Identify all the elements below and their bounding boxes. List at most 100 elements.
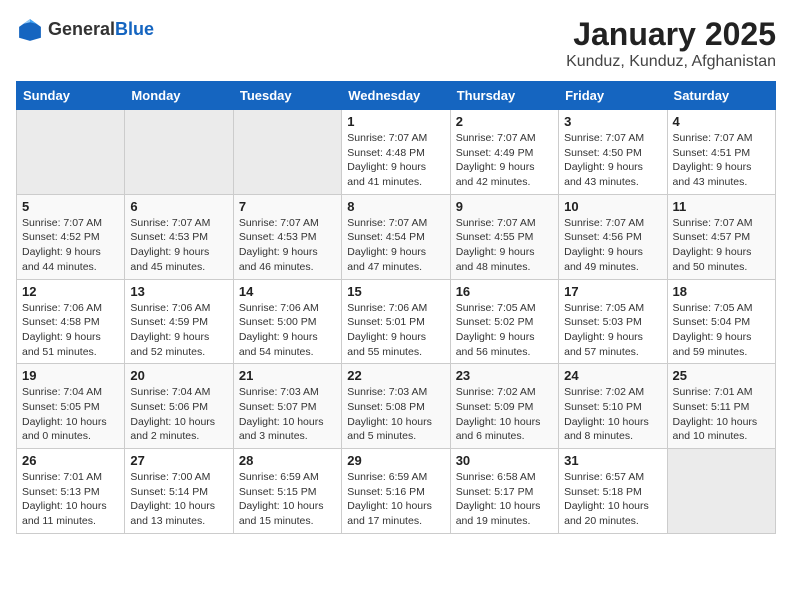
day-info: Sunrise: 7:07 AM Sunset: 4:54 PM Dayligh… [347,216,444,275]
col-monday: Monday [125,82,233,110]
day-number: 18 [673,284,770,299]
table-row: 18 Sunrise: 7:05 AM Sunset: 5:04 PM Dayli… [667,279,775,364]
day-info: Sunrise: 7:01 AM Sunset: 5:13 PM Dayligh… [22,470,119,529]
calendar-header-row: Sunday Monday Tuesday Wednesday Thursday… [17,82,776,110]
table-row: 15 Sunrise: 7:06 AM Sunset: 5:01 PM Dayli… [342,279,450,364]
day-number: 20 [130,368,227,383]
table-row: 6Sunrise: 7:07 AM Sunset: 4:53 PM Daylig… [125,194,233,279]
table-row: 9 Sunrise: 7:07 AM Sunset: 4:55 PM Daylig… [450,194,558,279]
table-row: 5Sunrise: 7:07 AM Sunset: 4:52 PM Daylig… [17,194,125,279]
day-info: Sunrise: 7:07 AM Sunset: 4:55 PM Dayligh… [456,216,553,275]
col-friday: Friday [559,82,667,110]
table-row: 4 Sunrise: 7:07 AM Sunset: 4:51 PM Daylig… [667,110,775,195]
table-row: 12 Sunrise: 7:06 AM Sunset: 4:58 PM Dayli… [17,279,125,364]
table-row: 19 Sunrise: 7:04 AM Sunset: 5:05 PM Dayli… [17,364,125,449]
day-info: Sunrise: 7:05 AM Sunset: 5:02 PM Dayligh… [456,301,553,360]
logo-icon [16,16,44,44]
day-number: 6 [130,199,227,214]
day-info: Sunrise: 7:00 AM Sunset: 5:14 PM Dayligh… [130,470,227,529]
day-info: Sunrise: 7:07 AM Sunset: 4:48 PM Dayligh… [347,131,444,190]
table-row [125,110,233,195]
day-number: 3 [564,114,661,129]
day-info: Sunrise: 7:04 AM Sunset: 5:06 PM Dayligh… [130,385,227,444]
day-info: Sunrise: 7:02 AM Sunset: 5:09 PM Dayligh… [456,385,553,444]
day-number: 10 [564,199,661,214]
table-row [233,110,341,195]
day-info: Sunrise: 6:59 AM Sunset: 5:15 PM Dayligh… [239,470,336,529]
table-row: 22Sunrise: 7:03 AM Sunset: 5:08 PM Dayli… [342,364,450,449]
day-info: Sunrise: 7:03 AM Sunset: 5:07 PM Dayligh… [239,385,336,444]
col-thursday: Thursday [450,82,558,110]
table-row: 31Sunrise: 6:57 AM Sunset: 5:18 PM Dayli… [559,449,667,534]
day-info: Sunrise: 7:06 AM Sunset: 4:58 PM Dayligh… [22,301,119,360]
day-number: 28 [239,453,336,468]
day-number: 25 [673,368,770,383]
day-info: Sunrise: 6:59 AM Sunset: 5:16 PM Dayligh… [347,470,444,529]
logo: GeneralBlue [16,16,154,44]
calendar-subtitle: Kunduz, Kunduz, Afghanistan [566,53,776,71]
col-saturday: Saturday [667,82,775,110]
day-number: 12 [22,284,119,299]
day-info: Sunrise: 7:07 AM Sunset: 4:56 PM Dayligh… [564,216,661,275]
logo-general: General [48,19,115,39]
day-number: 16 [456,284,553,299]
day-info: Sunrise: 7:02 AM Sunset: 5:10 PM Dayligh… [564,385,661,444]
table-row [17,110,125,195]
day-info: Sunrise: 7:07 AM Sunset: 4:50 PM Dayligh… [564,131,661,190]
calendar-table: Sunday Monday Tuesday Wednesday Thursday… [16,81,776,534]
day-number: 17 [564,284,661,299]
day-number: 15 [347,284,444,299]
day-info: Sunrise: 7:07 AM Sunset: 4:57 PM Dayligh… [673,216,770,275]
day-info: Sunrise: 7:04 AM Sunset: 5:05 PM Dayligh… [22,385,119,444]
table-row: 21 Sunrise: 7:03 AM Sunset: 5:07 PM Dayli… [233,364,341,449]
day-number: 23 [456,368,553,383]
table-row: 1Sunrise: 7:07 AM Sunset: 4:48 PM Daylig… [342,110,450,195]
day-info: Sunrise: 7:07 AM Sunset: 4:53 PM Dayligh… [239,216,336,275]
day-number: 21 [239,368,336,383]
day-info: Sunrise: 7:07 AM Sunset: 4:52 PM Dayligh… [22,216,119,275]
day-number: 19 [22,368,119,383]
day-info: Sunrise: 7:01 AM Sunset: 5:11 PM Dayligh… [673,385,770,444]
day-number: 24 [564,368,661,383]
day-number: 27 [130,453,227,468]
table-row: 3 Sunrise: 7:07 AM Sunset: 4:50 PM Daylig… [559,110,667,195]
day-number: 26 [22,453,119,468]
day-info: Sunrise: 7:06 AM Sunset: 5:01 PM Dayligh… [347,301,444,360]
table-row: 11Sunrise: 7:07 AM Sunset: 4:57 PM Dayli… [667,194,775,279]
title-block: January 2025 Kunduz, Kunduz, Afghanistan [566,16,776,71]
day-info: Sunrise: 7:05 AM Sunset: 5:04 PM Dayligh… [673,301,770,360]
day-info: Sunrise: 7:06 AM Sunset: 5:00 PM Dayligh… [239,301,336,360]
calendar-week-row: 26 Sunrise: 7:01 AM Sunset: 5:13 PM Dayli… [17,449,776,534]
col-wednesday: Wednesday [342,82,450,110]
day-number: 4 [673,114,770,129]
table-row: 23 Sunrise: 7:02 AM Sunset: 5:09 PM Dayli… [450,364,558,449]
day-number: 2 [456,114,553,129]
table-row: 16 Sunrise: 7:05 AM Sunset: 5:02 PM Dayli… [450,279,558,364]
day-number: 30 [456,453,553,468]
day-info: Sunrise: 7:07 AM Sunset: 4:51 PM Dayligh… [673,131,770,190]
day-info: Sunrise: 7:06 AM Sunset: 4:59 PM Dayligh… [130,301,227,360]
table-row: 27 Sunrise: 7:00 AM Sunset: 5:14 PM Dayli… [125,449,233,534]
table-row: 7 Sunrise: 7:07 AM Sunset: 4:53 PM Daylig… [233,194,341,279]
day-number: 9 [456,199,553,214]
day-info: Sunrise: 6:57 AM Sunset: 5:18 PM Dayligh… [564,470,661,529]
calendar-week-row: 5Sunrise: 7:07 AM Sunset: 4:52 PM Daylig… [17,194,776,279]
col-tuesday: Tuesday [233,82,341,110]
table-row: 30 Sunrise: 6:58 AM Sunset: 5:17 PM Dayli… [450,449,558,534]
day-info: Sunrise: 6:58 AM Sunset: 5:17 PM Dayligh… [456,470,553,529]
table-row [667,449,775,534]
table-row: 28 Sunrise: 6:59 AM Sunset: 5:15 PM Dayli… [233,449,341,534]
day-info: Sunrise: 7:07 AM Sunset: 4:49 PM Dayligh… [456,131,553,190]
day-number: 7 [239,199,336,214]
day-info: Sunrise: 7:05 AM Sunset: 5:03 PM Dayligh… [564,301,661,360]
table-row: 8Sunrise: 7:07 AM Sunset: 4:54 PM Daylig… [342,194,450,279]
table-row: 20 Sunrise: 7:04 AM Sunset: 5:06 PM Dayli… [125,364,233,449]
day-info: Sunrise: 7:03 AM Sunset: 5:08 PM Dayligh… [347,385,444,444]
table-row: 24 Sunrise: 7:02 AM Sunset: 5:10 PM Dayli… [559,364,667,449]
col-sunday: Sunday [17,82,125,110]
calendar-title: January 2025 [566,16,776,53]
calendar-week-row: 12 Sunrise: 7:06 AM Sunset: 4:58 PM Dayli… [17,279,776,364]
table-row: 26 Sunrise: 7:01 AM Sunset: 5:13 PM Dayli… [17,449,125,534]
table-row: 29Sunrise: 6:59 AM Sunset: 5:16 PM Dayli… [342,449,450,534]
table-row: 17 Sunrise: 7:05 AM Sunset: 5:03 PM Dayli… [559,279,667,364]
